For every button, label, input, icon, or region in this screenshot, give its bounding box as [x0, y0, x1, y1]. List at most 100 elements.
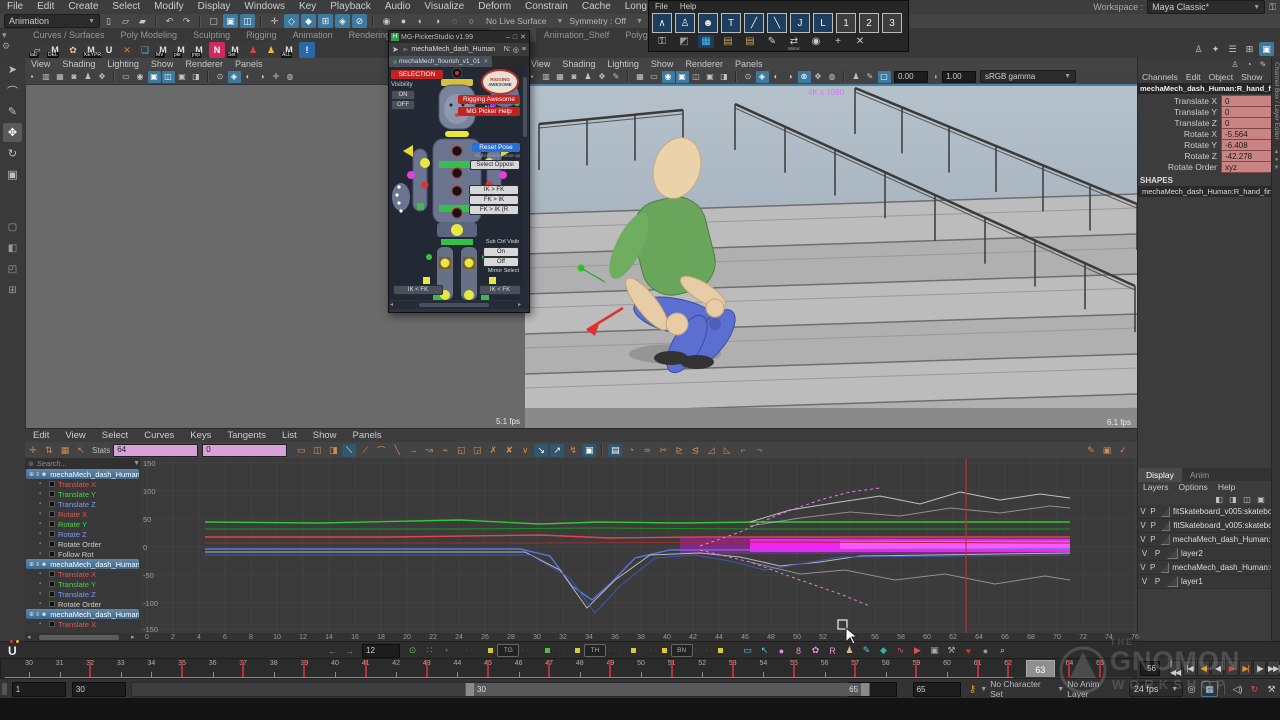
range-icon-0[interactable]: ◎: [1184, 682, 1199, 696]
vp-right-icon-19[interactable]: ◑: [784, 71, 797, 83]
animbot-icon-10[interactable]: ▶: [910, 644, 925, 658]
shelf-item-4[interactable]: U: [101, 42, 117, 58]
animbot-slot-th[interactable]: TH: [584, 644, 606, 657]
menu-set-select[interactable]: Animation▼: [4, 14, 100, 28]
graph-left-icon-1[interactable]: ⇅: [42, 444, 56, 457]
layer-name[interactable]: fitSkateboard_v005:skateboard_ctrl: [1173, 521, 1272, 530]
status-icon-15[interactable]: ◈: [335, 14, 350, 28]
shelf-item-0[interactable]: ▱laD: [29, 42, 45, 58]
layer-playback-toggle[interactable]: P: [1148, 507, 1158, 516]
status-icon-12[interactable]: ◇: [284, 14, 299, 28]
shelf-item-15[interactable]: !: [299, 42, 315, 58]
menu-icon[interactable]: ≡: [522, 46, 526, 53]
status-icon-18[interactable]: ◉: [379, 14, 394, 28]
select-opposite-button[interactable]: Select Opposi: [470, 160, 520, 170]
transport-button-4[interactable]: ▶: [1225, 660, 1238, 676]
right-edge-tabs[interactable]: Channel Box / Layer Editor ▲●▼: [1271, 58, 1280, 641]
gamma-icon[interactable]: ◑: [929, 71, 942, 83]
outliner-channel-row[interactable]: ▪Rotate X: [25, 509, 140, 519]
graph-tool-icon-26[interactable]: ◿: [704, 444, 718, 457]
graph-tool-icon-17[interactable]: ↯: [566, 444, 580, 457]
layer-playback-toggle[interactable]: P: [1151, 577, 1164, 586]
picker-select-button-1[interactable]: ♙: [675, 13, 695, 33]
graph-right-icon-1[interactable]: ▣: [1100, 444, 1114, 457]
outliner-node-row[interactable]: ⊕ ≡ ☻mechaMech_dash_Human:R_: [26, 469, 139, 479]
float-tool-icon-5[interactable]: ✎: [764, 35, 780, 48]
channel-box-node-name[interactable]: mechaMech_dash_Human:R_hand_fing02_0...: [1138, 83, 1272, 94]
layer-menu-layers[interactable]: Layers: [1138, 481, 1174, 493]
status-icon-13[interactable]: ◆: [301, 14, 316, 28]
outliner-channel-row[interactable]: ▪Translate Y: [25, 579, 140, 589]
status-icon-2[interactable]: ▰: [135, 14, 150, 28]
animbot-icon-9[interactable]: ∿: [893, 644, 908, 658]
graph-tool-icon-28[interactable]: ⌐: [736, 444, 750, 457]
fk-ik-button-2[interactable]: FK > IK (R: [469, 205, 519, 215]
no-live-surface-label[interactable]: No Live Surface: [486, 16, 546, 26]
layer-playback-toggle[interactable]: P: [1148, 563, 1158, 572]
menu-file[interactable]: File: [0, 0, 30, 14]
layer-name[interactable]: layer1: [1181, 577, 1203, 586]
layer-visible-toggle[interactable]: V: [1138, 563, 1148, 572]
range-slider-active[interactable]: 30 65: [465, 683, 870, 696]
menu-modify[interactable]: Modify: [147, 0, 190, 14]
outliner-channel-row[interactable]: ▪Translate X: [25, 479, 140, 489]
animbot-icon-13[interactable]: ♥: [961, 644, 976, 658]
layer-color-swatch[interactable]: [1161, 534, 1170, 545]
gamma-field[interactable]: 1.00: [942, 71, 976, 83]
vp-left-icon-1[interactable]: ▥: [40, 71, 53, 83]
graph-tool-icon-14[interactable]: ∨: [518, 444, 532, 457]
graph-tool-icon-23[interactable]: ✂: [656, 444, 670, 457]
outliner-channel-row[interactable]: ▪Rotate Order: [25, 599, 140, 609]
transport-button-0[interactable]: |◀◀: [1169, 660, 1182, 676]
scroll-left-arrow[interactable]: ◂: [27, 633, 31, 641]
picker-tab[interactable]: mechaMech_flourish_v1_01 ✕: [389, 56, 492, 67]
shelf-item-8[interactable]: Mpkr: [173, 42, 189, 58]
vp-left-icon-10[interactable]: ◫: [162, 71, 175, 83]
graph-menu-edit[interactable]: Edit: [25, 429, 57, 442]
vp-right-icon-3[interactable]: ◙: [568, 71, 581, 83]
layer-menu-options[interactable]: Options: [1174, 481, 1213, 493]
float-tool-icon-0[interactable]: ⚿: [654, 35, 670, 48]
vp-right-icon-8[interactable]: ▦: [634, 71, 647, 83]
vp-left-icon-12[interactable]: ◨: [190, 71, 203, 83]
layer-name[interactable]: mechaMech_dash_Human:GEO_LA: [1173, 535, 1272, 544]
status-icon-19[interactable]: ●: [396, 14, 411, 28]
shelf-item-2[interactable]: ✿: [65, 42, 81, 58]
animbot-icon-15[interactable]: ⌕: [995, 644, 1010, 658]
graph-tool-icon-24[interactable]: ⊵: [672, 444, 686, 457]
graph-tool-icon-20[interactable]: ▤: [608, 444, 622, 457]
vp-right-icon-26[interactable]: ▢: [878, 71, 891, 83]
mg-picker-help-button[interactable]: MG Picker Help: [458, 107, 520, 116]
animbot-power-icon[interactable]: ⊙: [405, 644, 420, 658]
layer-menu-help[interactable]: Help: [1213, 481, 1240, 493]
shelf-item-13[interactable]: ♟: [263, 42, 279, 58]
float-tool-icon-8[interactable]: +: [830, 35, 846, 48]
graph-menu-curves[interactable]: Curves: [136, 429, 182, 442]
animbot-key-dot[interactable]: [662, 648, 667, 653]
shelf-item-7[interactable]: MMV: [155, 42, 171, 58]
menu-create[interactable]: Create: [61, 0, 105, 14]
shelf-item-9[interactable]: Mjmp: [191, 42, 207, 58]
visibility-on-button[interactable]: ON: [391, 90, 415, 100]
picker-vscrollbar[interactable]: [522, 67, 528, 309]
vp-left-icon-18[interactable]: ✛: [270, 71, 283, 83]
panel-menu-right-shading[interactable]: Shading: [556, 58, 601, 70]
status-icon-14[interactable]: ⊞: [318, 14, 333, 28]
animbot-icon-2[interactable]: ●: [774, 644, 789, 658]
graph-tool-icon-4[interactable]: ⟋: [358, 444, 372, 457]
graph-right-icon-2[interactable]: ✓: [1116, 444, 1130, 457]
graph-menu-select[interactable]: Select: [94, 429, 136, 442]
layer-color-swatch[interactable]: [1167, 548, 1178, 559]
lock-icon[interactable]: ⚿: [1269, 2, 1276, 13]
range-icon-4[interactable]: ↻: [1247, 682, 1262, 696]
graph-left-icon-2[interactable]: ▦: [58, 444, 72, 457]
layer-playback-toggle[interactable]: P: [1151, 549, 1164, 558]
ik-fk-left-button[interactable]: IK < FK: [393, 285, 443, 295]
animbot-slot-tg[interactable]: TG: [497, 644, 519, 657]
outliner-scrollbar[interactable]: [39, 635, 119, 640]
animbot-icon-1[interactable]: ↖: [757, 644, 772, 658]
tab-anim[interactable]: Anim: [1182, 468, 1217, 482]
shelf-tab-sculpting[interactable]: Sculpting: [185, 28, 238, 42]
maximize-button[interactable]: □: [513, 34, 517, 41]
graph-tool-icon-16[interactable]: ↗: [550, 444, 564, 457]
